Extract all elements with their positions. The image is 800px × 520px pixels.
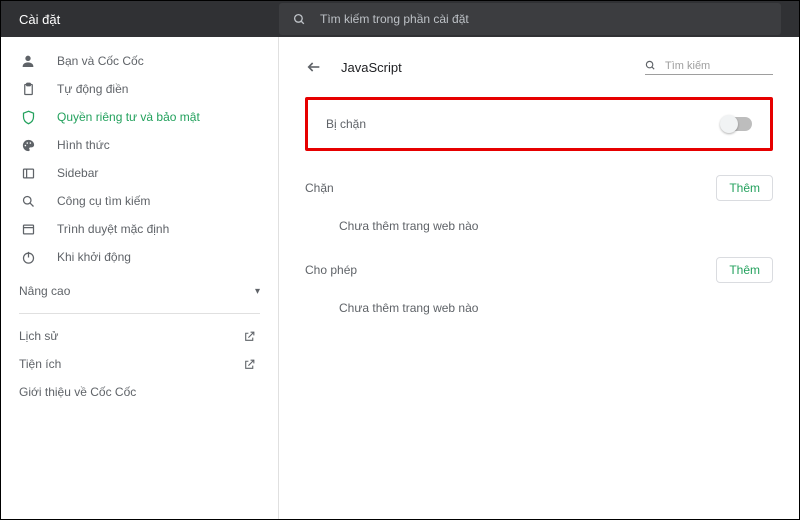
sidebar-item-label: Sidebar	[57, 166, 98, 180]
sidebar-item-startup[interactable]: Khi khởi động	[1, 243, 278, 271]
blocked-toggle-row: Bị chặn	[305, 97, 773, 151]
divider	[19, 313, 260, 314]
sidebar-item-default-browser[interactable]: Trình duyệt mặc định	[1, 215, 278, 243]
add-block-button[interactable]: Thêm	[716, 175, 773, 201]
sidebar-item-label: Trình duyệt mặc định	[57, 222, 169, 236]
sidebar-link-history[interactable]: Lịch sử	[1, 322, 278, 350]
sidebar-item-label: Bạn và Cốc Cốc	[57, 54, 144, 68]
search-icon	[645, 60, 659, 71]
section-title: Cho phép	[305, 263, 357, 277]
shield-icon	[19, 108, 37, 126]
sidebar-item-label: Khi khởi động	[57, 250, 131, 264]
app-header: Cài đặt Tìm kiếm trong phần cài đặt	[1, 1, 799, 37]
sidebar-item-you[interactable]: Bạn và Cốc Cốc	[1, 47, 278, 75]
search-icon	[293, 13, 306, 26]
external-link-icon	[243, 358, 256, 371]
sidebar-link-label: Tiện ích	[19, 357, 61, 371]
blocked-toggle[interactable]	[722, 117, 752, 131]
add-allow-button[interactable]: Thêm	[716, 257, 773, 283]
page-search-placeholder: Tìm kiếm	[665, 60, 710, 72]
page-search-input[interactable]: Tìm kiếm	[645, 60, 773, 75]
sidebar-link-about[interactable]: Giới thiệu về Cốc Cốc	[1, 378, 278, 406]
page-title: JavaScript	[341, 60, 645, 75]
panel-icon	[19, 164, 37, 182]
sidebar-advanced-label: Nâng cao	[19, 284, 70, 298]
sidebar-link-label: Giới thiệu về Cốc Cốc	[19, 385, 136, 399]
sidebar-item-sidebar[interactable]: Sidebar	[1, 159, 278, 187]
back-button[interactable]	[305, 58, 323, 76]
app-title: Cài đặt	[1, 12, 279, 27]
global-search-placeholder: Tìm kiếm trong phần cài đặt	[320, 12, 469, 26]
sidebar-link-extensions[interactable]: Tiện ích	[1, 350, 278, 378]
section-title: Chặn	[305, 181, 334, 195]
sidebar: Bạn và Cốc Cốc Tự động điền Quyền riêng …	[1, 37, 279, 519]
sidebar-link-label: Lịch sử	[19, 329, 58, 343]
search-icon	[19, 192, 37, 210]
section-block: Chặn Thêm Chưa thêm trang web nào	[305, 175, 773, 233]
section-allow: Cho phép Thêm Chưa thêm trang web nào	[305, 257, 773, 315]
browser-icon	[19, 220, 37, 238]
global-search-input[interactable]: Tìm kiếm trong phần cài đặt	[279, 3, 781, 35]
sidebar-advanced[interactable]: Nâng cao ▾	[1, 277, 278, 305]
sidebar-item-label: Quyền riêng tư và bảo mật	[57, 110, 200, 124]
sidebar-item-label: Tự động điền	[57, 82, 128, 96]
palette-icon	[19, 136, 37, 154]
toggle-knob	[720, 115, 738, 133]
clipboard-icon	[19, 80, 37, 98]
sidebar-item-autofill[interactable]: Tự động điền	[1, 75, 278, 103]
power-icon	[19, 248, 37, 266]
sidebar-item-label: Công cụ tìm kiếm	[57, 194, 150, 208]
sidebar-item-appearance[interactable]: Hình thức	[1, 131, 278, 159]
blocked-label: Bị chặn	[326, 117, 366, 131]
section-empty-text: Chưa thêm trang web nào	[305, 283, 773, 315]
main-panel: JavaScript Tìm kiếm Bị chặn Chặn Thêm Ch…	[279, 37, 799, 519]
sidebar-item-search-engine[interactable]: Công cụ tìm kiếm	[1, 187, 278, 215]
external-link-icon	[243, 330, 256, 343]
section-empty-text: Chưa thêm trang web nào	[305, 201, 773, 233]
person-icon	[19, 52, 37, 70]
sidebar-item-privacy[interactable]: Quyền riêng tư và bảo mật	[1, 103, 278, 131]
chevron-down-icon: ▾	[255, 286, 260, 297]
sidebar-item-label: Hình thức	[57, 138, 110, 152]
